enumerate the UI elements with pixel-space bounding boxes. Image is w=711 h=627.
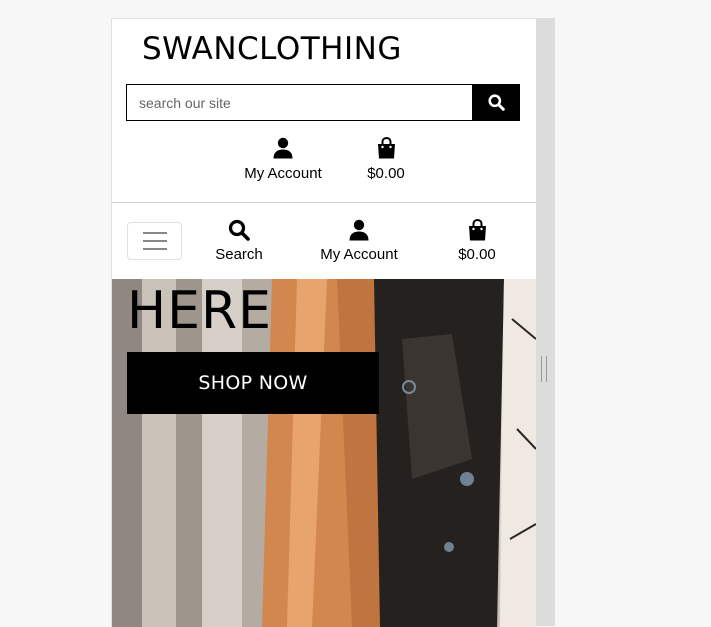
hero-heading: HERE xyxy=(127,281,272,341)
shopping-bag-link[interactable]: $0.00 xyxy=(364,135,408,182)
search-form xyxy=(126,84,520,121)
mobile-search-label: Search xyxy=(215,246,263,263)
mobile-account-link[interactable]: My Account xyxy=(317,217,401,263)
search-input[interactable] xyxy=(126,84,472,121)
mobile-nav: Search My Account $0.00 xyxy=(112,203,536,279)
hamburger-icon-line xyxy=(142,232,167,234)
hero-banner: HERE SHOP NOW xyxy=(112,279,536,627)
mobile-search-link[interactable]: Search xyxy=(212,217,266,263)
menu-toggle-button[interactable] xyxy=(127,222,182,260)
shopping-bag-icon xyxy=(377,137,395,159)
bag-total: $0.00 xyxy=(367,165,405,182)
shop-now-button[interactable]: SHOP NOW xyxy=(127,352,379,414)
hamburger-icon-line xyxy=(142,240,167,242)
search-submit-button[interactable] xyxy=(472,84,520,121)
scrollbar-gutter[interactable] xyxy=(535,18,555,626)
site-logo[interactable]: SWANCLOTHING xyxy=(142,31,402,67)
shopping-bag-icon xyxy=(468,219,486,241)
search-icon xyxy=(228,219,250,241)
mobile-bag-total: $0.00 xyxy=(458,246,496,263)
mobile-viewport: SWANCLOTHING My Account xyxy=(111,18,536,627)
header-links: My Account $0.00 xyxy=(112,135,536,195)
resize-handle[interactable] xyxy=(541,356,547,382)
user-icon xyxy=(273,137,293,159)
mobile-account-label: My Account xyxy=(320,246,398,263)
my-account-label: My Account xyxy=(244,165,322,182)
my-account-link[interactable]: My Account xyxy=(242,135,324,182)
user-icon xyxy=(349,219,369,241)
mobile-bag-link[interactable]: $0.00 xyxy=(455,217,499,263)
hamburger-icon-line xyxy=(142,248,167,250)
search-icon xyxy=(487,94,505,111)
